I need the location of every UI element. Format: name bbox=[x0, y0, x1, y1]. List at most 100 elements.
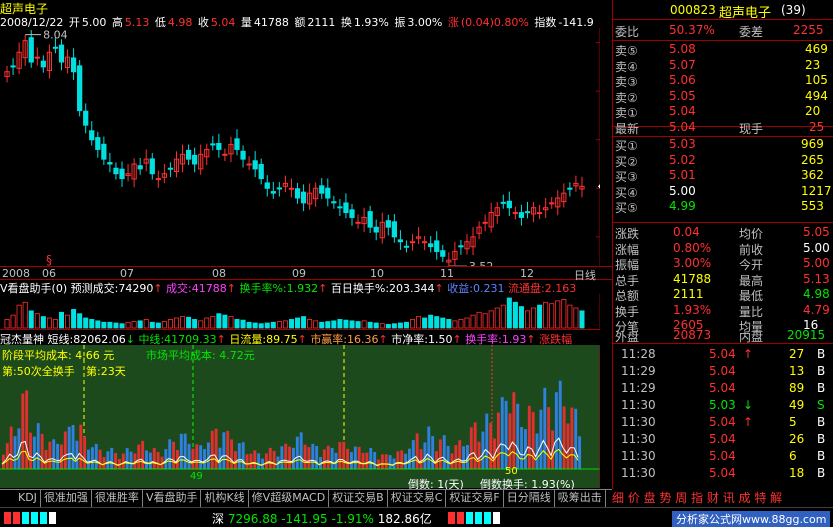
turnover-bar bbox=[485, 413, 489, 469]
sub1-name[interactable]: V看盘助手(0) bbox=[0, 282, 67, 294]
stat-row: 涨跌 0.04 均价 5.05 bbox=[613, 224, 833, 241]
buy-price: 5.03 bbox=[669, 137, 696, 151]
candle-down bbox=[325, 187, 331, 199]
turnover-bar bbox=[578, 436, 582, 469]
profit-label: 收益: bbox=[447, 282, 473, 294]
sell-volume: 105 bbox=[805, 73, 828, 87]
turnover-bar bbox=[570, 407, 574, 469]
volume-bar bbox=[222, 314, 228, 329]
pred-label: 预测成交: bbox=[70, 282, 119, 294]
volume-bar bbox=[428, 314, 434, 329]
up-arrow-icon: ↑ bbox=[378, 333, 388, 345]
sell-level-row: 卖② 5.05 494 bbox=[613, 88, 833, 105]
volume-bar bbox=[65, 314, 71, 329]
sub2-name[interactable]: 冠杰量神 bbox=[0, 333, 44, 345]
turnover-bar bbox=[71, 424, 75, 469]
tab-indicator[interactable]: 机构K线 bbox=[201, 490, 249, 508]
buy-price: 5.01 bbox=[669, 168, 696, 182]
candle-down bbox=[319, 185, 325, 194]
candle-down bbox=[240, 150, 246, 160]
tab-indicator[interactable]: KDJ bbox=[0, 490, 41, 508]
turnover-bar bbox=[516, 403, 520, 469]
turnover-bar bbox=[195, 444, 199, 469]
tick-volume: 49 bbox=[789, 398, 805, 412]
turnover-bar bbox=[419, 449, 423, 469]
sub1-turn-value: 1.932 bbox=[286, 282, 319, 294]
inner-value: 20915 bbox=[787, 328, 826, 342]
volume-bar bbox=[331, 320, 337, 329]
volume-bar bbox=[458, 319, 464, 329]
candle-up bbox=[409, 241, 416, 244]
turnover-bar bbox=[380, 454, 384, 469]
tab-indicator[interactable]: 很准加强 bbox=[41, 490, 92, 508]
sub1-indicator-header: V看盘助手(0) 预测成交:74290↑ 成交:41788↑ 换手率%:1.93… bbox=[0, 280, 612, 294]
volume-bar bbox=[22, 301, 28, 329]
date-tick: 07 bbox=[120, 267, 134, 280]
buy-volume: 969 bbox=[801, 137, 824, 151]
sell-price: 5.05 bbox=[669, 88, 696, 103]
tick-time: 11:30 bbox=[621, 398, 656, 412]
turnover-bar bbox=[454, 445, 458, 469]
buy-price: 5.00 bbox=[669, 183, 696, 198]
stat-value: 5.00 bbox=[803, 240, 830, 255]
function-menu[interactable]: 细 价 盘 势 周 指 财 讯 成 特 解 bbox=[612, 489, 833, 507]
turnover-bar bbox=[241, 442, 245, 469]
volume-bar bbox=[349, 320, 355, 329]
tab-indicator[interactable]: 修V超级MACD bbox=[249, 490, 330, 508]
turnover-bar bbox=[369, 447, 373, 469]
stat-value: 5.00 bbox=[803, 256, 830, 270]
turnover-bar bbox=[52, 439, 56, 469]
turnover-bar bbox=[40, 433, 44, 469]
candle-down bbox=[58, 44, 65, 63]
turnover-bar bbox=[264, 453, 268, 469]
watermark: 分析家公式网www.88gg.com bbox=[672, 511, 831, 527]
latest-value: 5.04 bbox=[669, 120, 696, 134]
turnover-bar bbox=[446, 445, 450, 469]
candle-down bbox=[113, 167, 119, 175]
volume-bar bbox=[40, 316, 46, 329]
up-arrow-icon: ↑ bbox=[452, 333, 462, 345]
turnover-bar bbox=[183, 433, 187, 469]
index-value: 7296.88 bbox=[227, 512, 278, 526]
tab-indicator[interactable]: 权证交易C bbox=[388, 490, 447, 508]
up-arrow-icon: ↑ bbox=[318, 282, 328, 294]
turnover-bar bbox=[249, 453, 253, 469]
ratio-label: 委比 bbox=[615, 25, 640, 39]
sell-level-row: 卖④ 5.07 23 bbox=[613, 57, 833, 74]
up-arrow-icon: ↑ bbox=[526, 333, 536, 345]
candle-down bbox=[264, 182, 270, 189]
volume-bar bbox=[46, 317, 52, 329]
sell-volume: 23 bbox=[805, 57, 821, 72]
event-marker: § bbox=[46, 253, 52, 266]
tab-indicator[interactable]: V看盘助手 bbox=[143, 490, 202, 508]
tick-row: 11:28 5.04 ↑ 27 B bbox=[613, 346, 833, 363]
stat-row: 涨幅 0.80% 前收 5.00 bbox=[613, 240, 833, 257]
index-pct: -1.91% bbox=[331, 512, 374, 526]
turnover-bar bbox=[373, 452, 377, 469]
quote-title: 000823 超声电子 (39) bbox=[613, 0, 833, 21]
stock-code: 000823 bbox=[670, 3, 716, 17]
tab-indicator[interactable]: 很准胜率 bbox=[92, 490, 143, 508]
tab-indicator[interactable]: 权证交易B bbox=[329, 490, 388, 508]
stat-row: 总手 41788 最高 5.13 bbox=[613, 271, 833, 288]
buy-level-row: 买④ 5.00 1217 bbox=[613, 183, 833, 200]
flow-value: 89.75 bbox=[266, 333, 298, 345]
turnover-bar bbox=[203, 449, 206, 469]
volume-chart[interactable]: 200000 bbox=[0, 294, 600, 330]
sell-price: 5.08 bbox=[669, 42, 696, 56]
up-arrow-icon: ↑ bbox=[153, 282, 163, 294]
index-ticker[interactable]: 深 7296.88 -141.95 -1.91% 182.86亿 bbox=[212, 510, 432, 527]
tab-indicator[interactable]: 吸筹出击 bbox=[555, 490, 606, 508]
tab-indicator[interactable]: 日分隔线 bbox=[504, 490, 555, 508]
turnover-bar bbox=[32, 436, 36, 469]
turnover-bar bbox=[253, 450, 257, 469]
turnover-bar bbox=[303, 444, 307, 469]
turnover-bar bbox=[280, 446, 284, 469]
turnover-bar bbox=[357, 446, 361, 469]
tab-indicator[interactable]: 权证交易F bbox=[446, 490, 504, 508]
turnover-bar bbox=[404, 453, 408, 469]
tick-time: 11:28 bbox=[621, 347, 656, 361]
volume-bar bbox=[167, 319, 173, 329]
candlestick-chart[interactable]: 8.007.006.005.004.008.043.52§5.04 bbox=[0, 28, 600, 266]
candle-down bbox=[234, 138, 240, 150]
